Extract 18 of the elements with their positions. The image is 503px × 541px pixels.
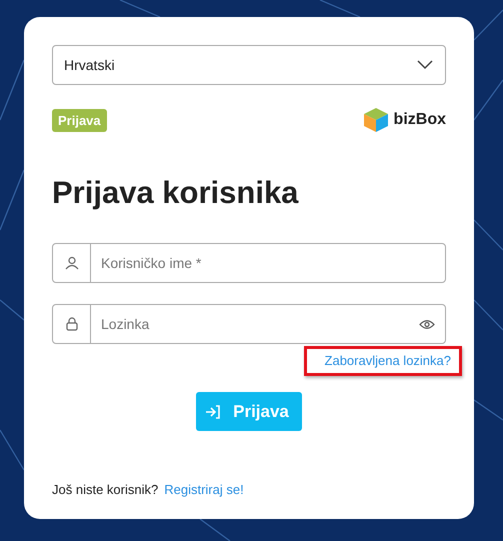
input-field[interactable]: Lozinka xyxy=(91,316,419,332)
text-field[interactable]: Korisničko ime * xyxy=(52,243,446,283)
eye-icon[interactable] xyxy=(419,318,435,330)
register-link[interactable]: Registriraj se! xyxy=(164,482,244,497)
text-field[interactable]: Lozinka xyxy=(52,304,446,344)
login-badge: Prijava xyxy=(52,108,107,132)
language-select[interactable]: Hrvatski xyxy=(52,45,446,85)
forgot-password-link[interactable]: Zaboravljena lozinka? xyxy=(304,346,462,376)
user-icon xyxy=(64,256,78,270)
input-field[interactable]: Korisničko ime * xyxy=(91,255,445,271)
sign-in-icon xyxy=(205,404,222,418)
logo-text: bizBox xyxy=(394,111,446,129)
cube-icon xyxy=(362,107,389,133)
lock-icon xyxy=(66,317,78,331)
chevron-down-icon xyxy=(417,60,433,70)
login-button[interactable]: Prijava xyxy=(196,392,302,431)
register-prompt: Još niste korisnik? xyxy=(52,482,158,497)
page-title: Prijava korisnika xyxy=(52,175,300,211)
